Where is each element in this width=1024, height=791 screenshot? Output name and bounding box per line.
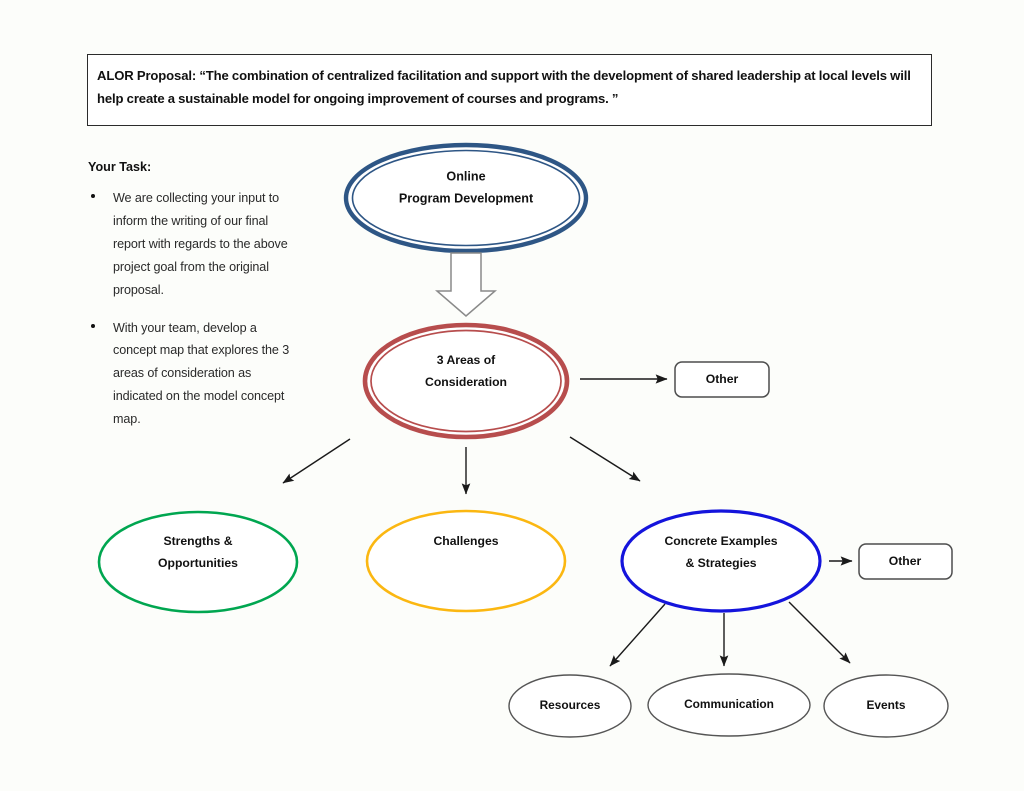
node-label-line2: Program Development: [399, 191, 534, 205]
node-label-line1: Strengths &: [163, 534, 232, 548]
node-label: Other: [889, 554, 922, 568]
block-arrow-icon: [434, 252, 498, 317]
node-other-top[interactable]: Other: [674, 361, 770, 398]
node-label-line1: 3 Areas of: [437, 353, 496, 367]
node-outline: [365, 509, 567, 613]
node-events[interactable]: Events: [823, 674, 949, 738]
edge-concrete-to-resources: [609, 603, 666, 667]
edge-areas-to-strengths: [282, 438, 351, 484]
node-label-line1: Online: [446, 169, 485, 183]
edge-areas-to-concrete: [569, 436, 641, 482]
concept-map-diagram: Online Program Development 3 Areas of Co…: [97, 142, 953, 738]
node-challenges[interactable]: Challenges: [365, 509, 567, 613]
node-communication[interactable]: Communication: [647, 673, 811, 737]
node-concrete-examples-strategies[interactable]: Concrete Examples & Strategies: [620, 509, 822, 613]
node-label-line1: Concrete Examples: [664, 534, 777, 548]
node-label-line2: & Strategies: [685, 556, 756, 570]
node-label: Events: [867, 698, 906, 712]
node-label: Resources: [540, 698, 601, 712]
node-other-right[interactable]: Other: [858, 543, 953, 580]
node-label-line2: Consideration: [425, 375, 507, 389]
node-label: Challenges: [433, 534, 498, 548]
node-resources[interactable]: Resources: [508, 674, 632, 738]
node-3-areas-of-consideration[interactable]: 3 Areas of Consideration: [362, 322, 570, 440]
node-label: Other: [706, 372, 739, 386]
node-online-program-development[interactable]: Online Program Development: [343, 142, 589, 254]
edge-concrete-to-events: [788, 601, 851, 664]
edge-block-arrow-root-to-areas: [434, 252, 498, 317]
node-strengths-opportunities[interactable]: Strengths & Opportunities: [97, 510, 299, 614]
concept-map-page: ALOR Proposal: “The combination of centr…: [0, 0, 1024, 791]
node-label: Communication: [684, 697, 774, 711]
node-label-line2: Opportunities: [158, 556, 238, 570]
